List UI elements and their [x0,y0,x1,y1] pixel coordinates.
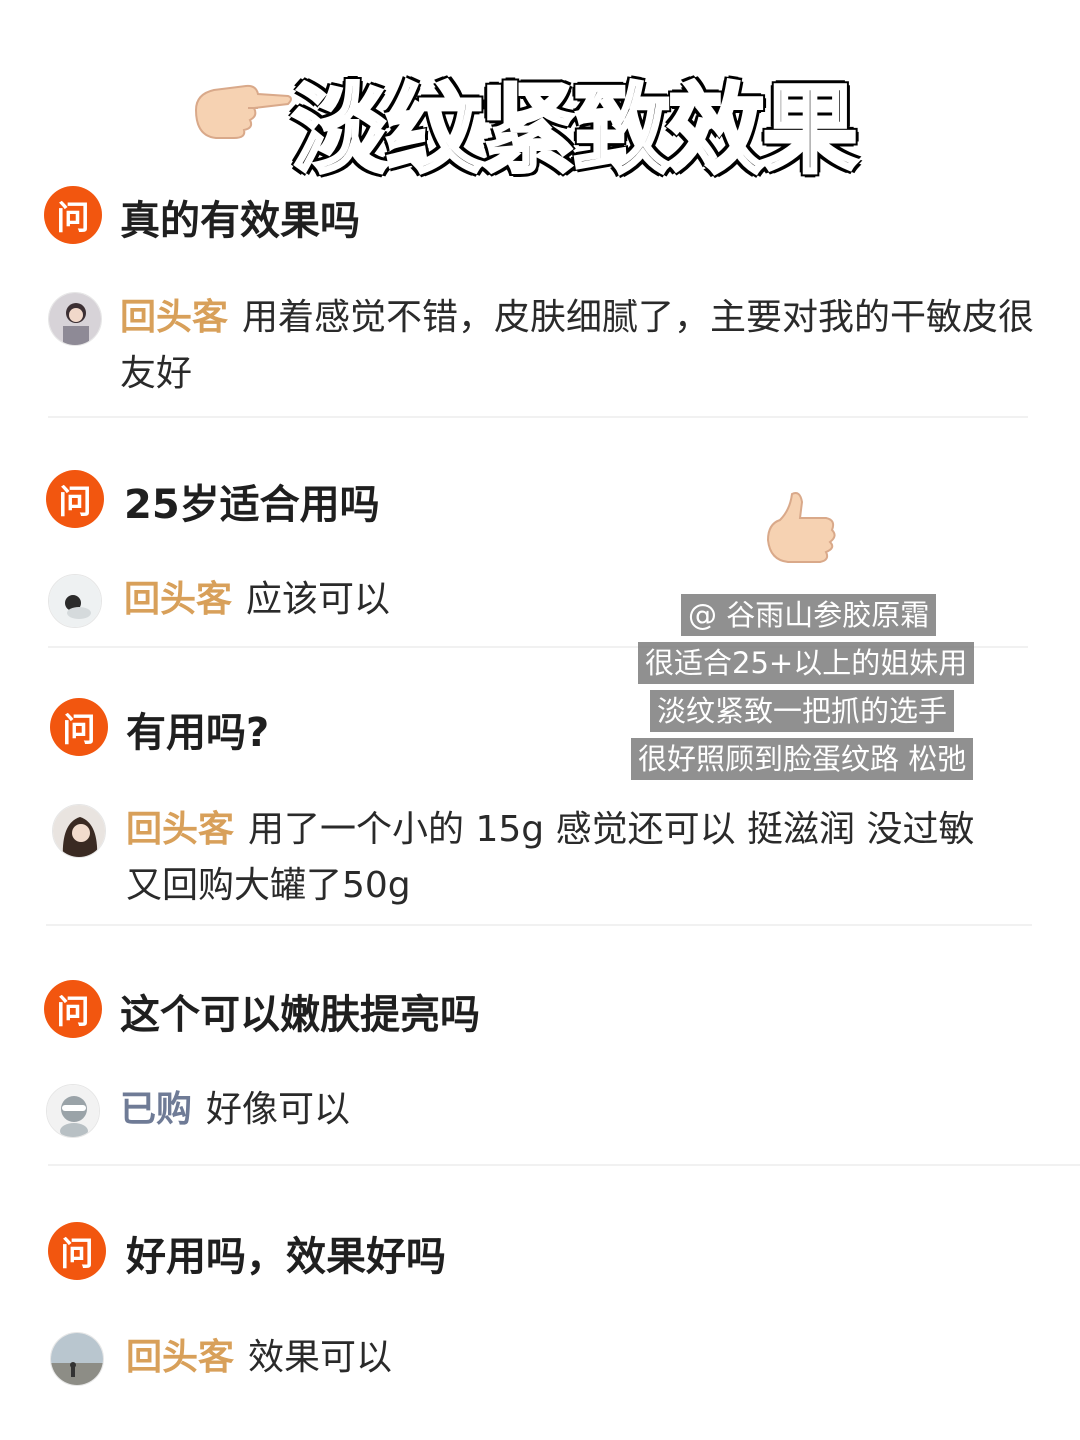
overlay-line: 很好照顾到脸蛋纹路 松弛 [631,738,974,780]
answer: 回头客 用着感觉不错，皮肤细腻了，主要对我的干敏皮很友好 [120,290,1040,402]
answer: 回头客 效果可以 [126,1330,392,1386]
answer-text: 用了一个小的 15g 感觉还可以 挺滋润 没过敏又回购大罐了50g [126,809,975,906]
avatar-image [47,1085,99,1137]
overlay-line: @ 谷雨山参胶原霜 [681,594,937,636]
divider [48,1164,1080,1166]
question-text: 好用吗，效果好吗 [126,1234,446,1280]
question-text: 25岁适合用吗 [124,482,380,528]
tag-purchased: 已购 [120,1089,193,1130]
qa-item[interactable]: 问 这个可以嫩肤提亮吗 已购 好像可以 [0,980,1080,1166]
avatar-image [53,805,105,857]
qa-item[interactable]: 问 真的有效果吗 回头客 用着感觉不错，皮肤细腻了，主要对我的干敏皮很友好 [0,186,1080,416]
overlay-line: 淡纹紧致一把抓的选手 [650,690,955,732]
user-avatar[interactable] [48,292,102,346]
answer: 回头客 用了一个小的 15g 感觉还可以 挺滋润 没过敏又回购大罐了50g [126,802,1006,914]
thumbs-up-icon [766,492,836,563]
answer: 已购 好像可以 [120,1082,350,1138]
divider [48,416,1028,418]
avatar-image [51,1333,103,1385]
answer-text: 好像可以 [206,1089,351,1130]
avatar-image [49,293,101,345]
user-avatar[interactable] [52,804,106,858]
question-badge: 问 [46,470,104,528]
question-text: 这个可以嫩肤提亮吗 [120,992,480,1038]
question-badge: 问 [44,186,102,244]
question-badge: 问 [44,980,102,1038]
user-avatar[interactable] [50,1332,104,1386]
pointing-hand-icon [194,84,292,139]
answer-text: 效果可以 [248,1337,393,1378]
title-row: 淡纹紧致效果 [0,30,1080,188]
tag-returning-customer: 回头客 [126,1337,235,1378]
overlay-line: 很适合25+以上的姐妹用 [638,642,975,684]
tag-returning-customer: 回头客 [126,809,235,850]
question-badge: 问 [48,1222,106,1280]
question-text: 真的有效果吗 [120,198,360,244]
divider [46,924,1032,926]
qa-item[interactable]: 问 好用吗，效果好吗 回头客 效果可以 [0,1222,1080,1402]
user-avatar[interactable] [46,1084,100,1138]
tag-returning-customer: 回头客 [120,297,229,338]
overlay-note: @ 谷雨山参胶原霜 很适合25+以上的姐妹用 淡纹紧致一把抓的选手 很好照顾到脸… [0,592,1080,792]
page-title: 淡纹紧致效果 [290,72,860,188]
answer-text: 用着感觉不错，皮肤细腻了，主要对我的干敏皮很友好 [120,297,1035,394]
